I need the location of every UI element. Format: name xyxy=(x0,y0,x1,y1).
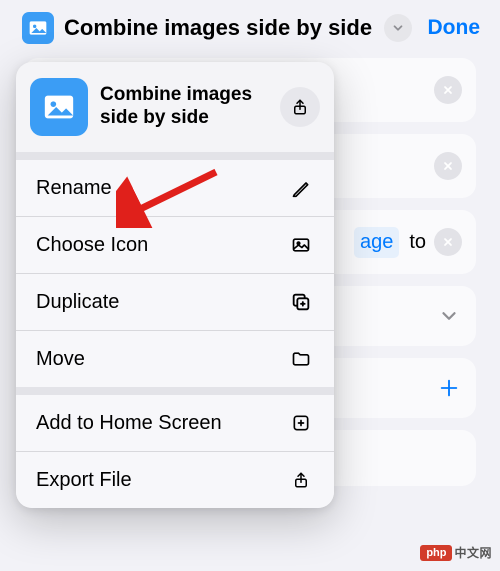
menu-item-label: Rename xyxy=(36,177,112,200)
action-word: to xyxy=(409,231,426,254)
share-icon xyxy=(291,97,309,117)
shortcut-glyph-icon xyxy=(22,12,54,44)
chevron-down-icon[interactable] xyxy=(438,305,460,327)
variable-token[interactable]: age xyxy=(354,227,399,258)
close-icon xyxy=(442,84,454,96)
shortcut-title: Combine images side by side xyxy=(64,15,372,41)
menu-item-duplicate[interactable]: Duplicate xyxy=(16,274,334,330)
menu-item-label: Export File xyxy=(36,469,132,492)
menu-item-choose-icon[interactable]: Choose Icon xyxy=(16,217,334,273)
export-icon xyxy=(288,467,314,493)
watermark-text: 中文网 xyxy=(454,544,492,561)
duplicate-icon xyxy=(288,289,314,315)
close-icon xyxy=(442,236,454,248)
menu-item-label: Add to Home Screen xyxy=(36,412,222,435)
popover-title: Combine images side by side xyxy=(100,84,268,130)
menu-item-rename[interactable]: Rename xyxy=(16,160,334,216)
share-button[interactable] xyxy=(280,87,320,127)
menu-item-label: Move xyxy=(36,348,85,371)
watermark-badge: php xyxy=(420,545,452,561)
menu-item-label: Duplicate xyxy=(36,291,119,314)
add-square-icon xyxy=(288,410,314,436)
remove-action-button[interactable] xyxy=(434,228,462,256)
remove-action-button[interactable] xyxy=(434,76,462,104)
shortcut-options-popover: Combine images side by side Rename Choos… xyxy=(16,62,334,508)
photo-icon xyxy=(288,232,314,258)
menu-item-export-file[interactable]: Export File xyxy=(16,452,334,508)
folder-icon xyxy=(288,346,314,372)
done-button[interactable]: Done xyxy=(428,16,481,40)
menu-item-move[interactable]: Move xyxy=(16,331,334,387)
menu-item-label: Choose Icon xyxy=(36,234,148,257)
editor-header: Combine images side by side Done xyxy=(0,0,500,58)
remove-action-button[interactable] xyxy=(434,152,462,180)
title-menu-toggle[interactable] xyxy=(384,14,412,42)
close-icon xyxy=(442,160,454,172)
watermark: php 中文网 xyxy=(420,544,492,561)
popover-header: Combine images side by side xyxy=(16,62,334,152)
menu-item-add-home-screen[interactable]: Add to Home Screen xyxy=(16,395,334,451)
plus-icon[interactable] xyxy=(438,377,460,399)
chevron-down-icon xyxy=(391,21,405,35)
pencil-icon xyxy=(288,175,314,201)
shortcut-glyph-icon xyxy=(30,78,88,136)
